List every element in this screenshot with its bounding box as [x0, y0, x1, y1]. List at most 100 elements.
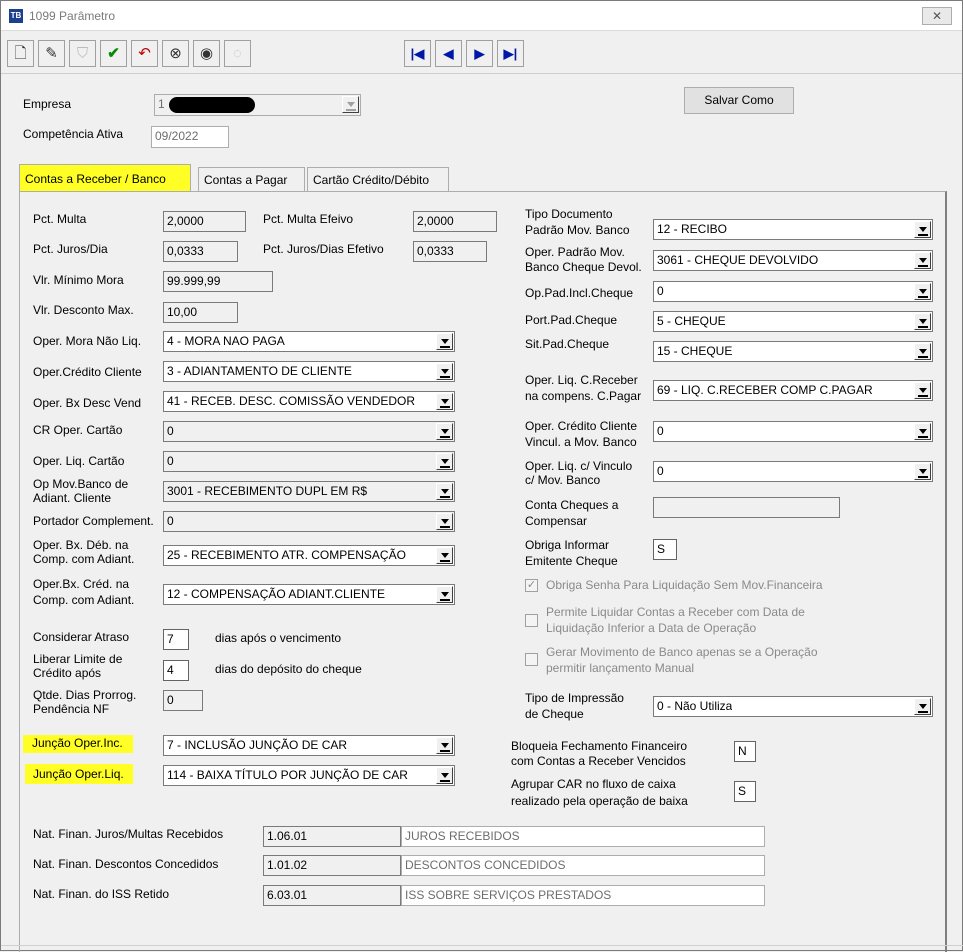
- last-record-icon[interactable]: ▶|: [497, 40, 524, 67]
- edit-icon[interactable]: ✎: [38, 40, 65, 67]
- qtde-dias-field[interactable]: 0: [163, 690, 203, 711]
- tab-contas-receber[interactable]: Contas a Receber / Banco: [19, 164, 191, 192]
- permite-liquidar-checkbox[interactable]: [525, 614, 538, 627]
- oper-mora-select[interactable]: 4 - MORA NAO PAGA: [163, 331, 455, 352]
- oper-liq-vinculo-label-1: Oper. Liq. c/ Vinculo: [525, 459, 633, 473]
- oper-credito-select[interactable]: 3 - ADIANTAMENTO DE CLIENTE: [163, 361, 455, 382]
- app-icon: TB: [9, 9, 23, 23]
- chevron-down-icon[interactable]: [436, 737, 453, 754]
- tab-contas-pagar[interactable]: Contas a Pagar: [198, 167, 305, 192]
- op-mov-banco-label-2: Adiant. Cliente: [33, 491, 112, 505]
- juncao-inc-select[interactable]: 7 - INCLUSÃO JUNÇÃO DE CAR: [163, 735, 455, 756]
- obriga-informar-field[interactable]: S: [653, 539, 677, 560]
- oper-liq-cartao-select[interactable]: 0: [163, 451, 455, 472]
- pct-juros-label: Pct. Juros/Dia: [33, 242, 108, 256]
- chevron-down-icon[interactable]: [914, 382, 931, 399]
- competencia-field[interactable]: 09/2022: [151, 126, 229, 148]
- chevron-down-icon[interactable]: [436, 767, 453, 784]
- empresa-select[interactable]: 1: [154, 94, 361, 116]
- pct-juros-field[interactable]: 0,0333: [163, 241, 238, 262]
- checkmark-icon[interactable]: ✔: [100, 40, 127, 67]
- oper-liq-vinculo-select[interactable]: 0: [653, 461, 933, 482]
- pct-juros-efetivo-field[interactable]: 0,0333: [413, 241, 487, 262]
- window-title: 1099 Parâmetro: [29, 9, 116, 23]
- chevron-down-icon[interactable]: [914, 698, 931, 715]
- disk-icon[interactable]: ◉: [193, 40, 220, 67]
- chevron-down-icon[interactable]: [914, 221, 931, 238]
- chevron-down-icon[interactable]: [436, 547, 453, 564]
- portador-select[interactable]: 0: [163, 511, 455, 532]
- shield-icon[interactable]: ⛉: [69, 40, 96, 67]
- chevron-down-icon[interactable]: [914, 343, 931, 360]
- cd-icon[interactable]: ◌: [224, 40, 251, 67]
- cr-oper-cartao-select[interactable]: 0: [163, 421, 455, 442]
- obriga-senha-checkbox[interactable]: ✓: [525, 579, 538, 592]
- port-pad-select[interactable]: 5 - CHEQUE: [653, 311, 933, 332]
- nat-descontos-desc-field[interactable]: DESCONTOS CONCEDIDOS: [401, 855, 765, 876]
- oper-credito-label: Oper.Crédito Cliente: [33, 365, 142, 379]
- oper-credito-vincul-select[interactable]: 0: [653, 421, 933, 442]
- previous-record-icon[interactable]: ◀: [435, 40, 462, 67]
- oper-bx-cred-label-1: Oper.Bx. Créd. na: [33, 577, 130, 591]
- chevron-down-icon[interactable]: [914, 252, 931, 269]
- port-pad-label: Port.Pad.Cheque: [525, 313, 618, 327]
- chevron-down-icon[interactable]: [436, 483, 453, 500]
- nat-juros-desc-field[interactable]: JUROS RECEBIDOS: [401, 826, 765, 847]
- liberar-limite-label-2: Crédito após: [33, 666, 102, 680]
- chevron-down-icon[interactable]: [914, 463, 931, 480]
- chevron-down-icon[interactable]: [914, 283, 931, 300]
- pct-multa-field[interactable]: 2,0000: [163, 211, 246, 232]
- oper-bx-deb-select[interactable]: 25 - RECEBIMENTO ATR. COMPENSAÇÃO: [163, 545, 455, 566]
- tipo-impressao-select[interactable]: 0 - Não Utiliza: [653, 696, 933, 717]
- agrupar-field[interactable]: S: [734, 781, 756, 802]
- nat-iss-desc-field[interactable]: ISS SOBRE SERVIÇOS PRESTADOS: [401, 885, 765, 906]
- liberar-limite-field[interactable]: 4: [163, 660, 189, 681]
- op-mov-banco-select[interactable]: 3001 - RECEBIMENTO DUPL EM R$: [163, 481, 455, 502]
- chevron-down-icon[interactable]: [436, 423, 453, 440]
- vlr-desc-max-label: Vlr. Desconto Max.: [33, 303, 134, 317]
- close-button[interactable]: ✕: [922, 7, 952, 25]
- bloqueia-field[interactable]: N: [734, 741, 756, 762]
- first-record-icon[interactable]: |◀: [404, 40, 431, 67]
- nat-descontos-code-field[interactable]: 1.01.02: [263, 855, 401, 876]
- considerar-atraso-label: Considerar Atraso: [33, 630, 130, 644]
- chevron-down-icon[interactable]: [436, 513, 453, 530]
- gerar-movimento-checkbox[interactable]: [525, 653, 538, 666]
- toolbar: 🗋 ✎ ⛉ ✔ ↶ ⊗ ◉ ◌ |◀ ◀ ▶ ▶|: [1, 34, 962, 74]
- salvar-como-button[interactable]: Salvar Como: [684, 87, 794, 114]
- chevron-down-icon[interactable]: [436, 393, 453, 410]
- chevron-down-icon[interactable]: [914, 313, 931, 330]
- sit-pad-select[interactable]: 15 - CHEQUE: [653, 341, 933, 362]
- tab-cartao[interactable]: Cartão Crédito/Débito: [307, 167, 449, 192]
- chevron-down-icon[interactable]: [436, 586, 453, 603]
- chevron-down-icon[interactable]: [436, 333, 453, 350]
- chevron-down-icon[interactable]: [436, 453, 453, 470]
- pct-multa-label: Pct. Multa: [33, 212, 87, 226]
- chevron-down-icon[interactable]: [342, 96, 359, 113]
- chevron-down-icon[interactable]: [914, 423, 931, 440]
- vlr-min-mora-field[interactable]: 99.999,99: [163, 271, 273, 292]
- pct-multa-efetivo-field[interactable]: 2,0000: [413, 211, 497, 232]
- oper-liq-creceber-select[interactable]: 69 - LIQ. C.RECEBER COMP C.PAGAR: [653, 380, 933, 401]
- permite-liquidar-label-1: Permite Liquidar Contas a Receber com Da…: [546, 605, 805, 619]
- new-document-icon[interactable]: 🗋: [7, 40, 34, 67]
- conta-cheques-field[interactable]: [653, 497, 840, 518]
- juncao-liq-select[interactable]: 114 - BAIXA TÍTULO POR JUNÇÃO DE CAR: [163, 765, 455, 786]
- oper-bx-cred-select[interactable]: 12 - COMPENSAÇÃO ADIANT.CLIENTE: [163, 584, 455, 605]
- nat-iss-code-field[interactable]: 6.03.01: [263, 885, 401, 906]
- op-pad-incl-label: Op.Pad.Incl.Cheque: [525, 286, 634, 300]
- juncao-inc-label: Junção Oper.Inc.: [23, 735, 133, 753]
- next-record-icon[interactable]: ▶: [466, 40, 493, 67]
- qtde-dias-label-1: Qtde. Dias Prorrog.: [33, 688, 137, 702]
- chevron-down-icon[interactable]: [436, 363, 453, 380]
- oper-bx-desc-select[interactable]: 41 - RECEB. DESC. COMISSÃO VENDEDOR: [163, 391, 455, 412]
- undo-icon[interactable]: ↶: [131, 40, 158, 67]
- vlr-desc-max-field[interactable]: 10,00: [163, 302, 238, 323]
- oper-liq-creceber-label-1: Oper. Liq. C.Receber: [525, 373, 638, 387]
- oper-padrao-select[interactable]: 3061 - CHEQUE DEVOLVIDO: [653, 250, 933, 271]
- considerar-atraso-field[interactable]: 7: [163, 629, 189, 650]
- tipo-doc-select[interactable]: 12 - RECIBO: [653, 219, 933, 240]
- binoculars-icon[interactable]: ⊗: [162, 40, 189, 67]
- nat-juros-code-field[interactable]: 1.06.01: [263, 826, 401, 847]
- op-pad-incl-select[interactable]: 0: [653, 281, 933, 302]
